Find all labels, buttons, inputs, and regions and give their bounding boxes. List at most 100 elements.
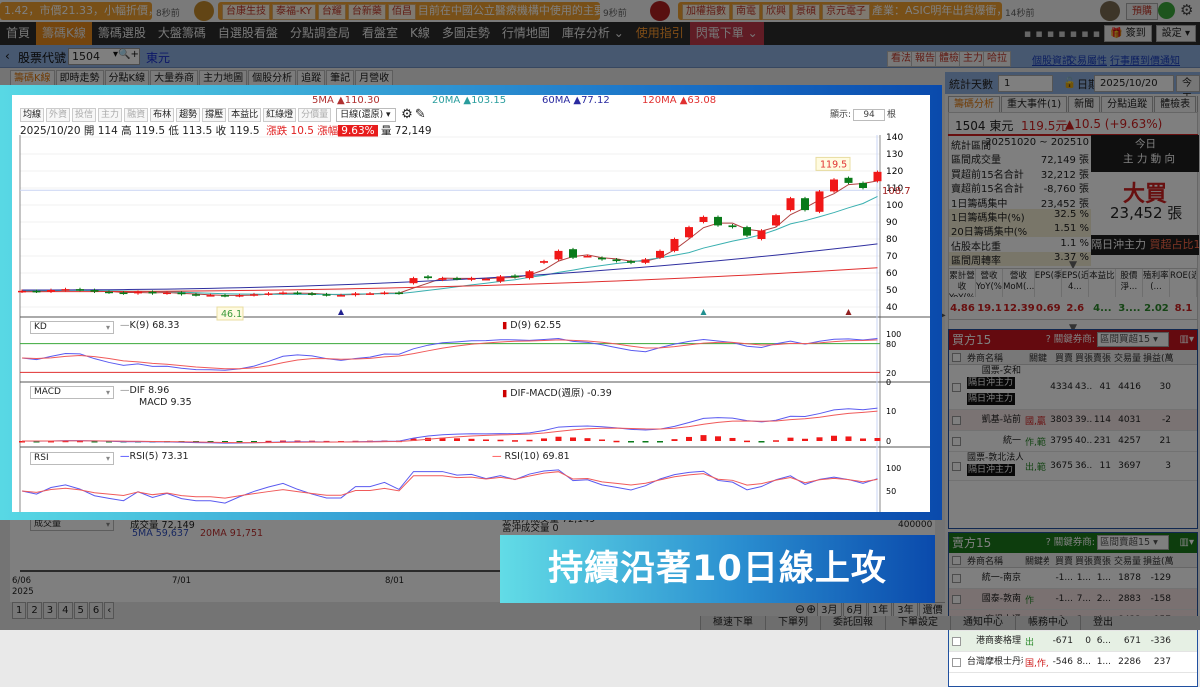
column-header[interactable]: 券商名稱 — [967, 554, 1025, 567]
broker-name[interactable]: 台灣摩根士丹利 — [967, 656, 1025, 668]
checkbox[interactable] — [952, 415, 961, 425]
nav-item[interactable]: K線 — [404, 22, 436, 45]
ticker-item[interactable]: 加權指數南電欣興景碩京元電子產業：ASIC明年出貨爆衝，博通、台積電、日月光與.… — [678, 2, 1002, 20]
checkbox[interactable] — [952, 555, 961, 565]
table-row[interactable]: 統一作,範 379540...231 4257 21 — [949, 431, 1197, 452]
settings-select[interactable]: 設定 ▾ — [1155, 25, 1196, 42]
stock-chip[interactable]: 台新藥 — [347, 4, 386, 20]
nav-item[interactable]: 籌碼K線 — [36, 22, 92, 45]
checkbox[interactable] — [952, 573, 961, 583]
action-button[interactable]: 哈拉 — [983, 51, 1011, 67]
checkbox[interactable] — [952, 657, 961, 667]
back-icon[interactable]: ‹ — [5, 49, 10, 63]
table-row[interactable]: 港商麥格理出 -671 0 6... 671 -336 — [949, 631, 1197, 652]
today-button[interactable]: 今天 — [1176, 75, 1200, 104]
column-header[interactable]: 損益(萬) — [1143, 351, 1173, 364]
nav-item[interactable]: 籌碼選股 — [92, 22, 152, 45]
bottom-button[interactable]: 下單列 — [765, 616, 820, 630]
broker-name[interactable]: 凱基-站前 — [967, 414, 1025, 426]
column-header[interactable]: 交易量 — [1113, 351, 1143, 364]
row-checkbox[interactable] — [949, 636, 967, 646]
nav-item[interactable]: 分點調查局 — [284, 22, 356, 45]
info-link[interactable]: 到價通知 — [1140, 52, 1180, 67]
nav-item[interactable]: 使用指引 — [630, 22, 690, 45]
stock-chip[interactable]: 南電 — [732, 4, 760, 20]
chart-icon[interactable]: ▪ — [1070, 27, 1077, 40]
kline-chart[interactable]: 140130120110100908070605040108.7119.546.… — [12, 95, 930, 512]
user-button[interactable]: 預購 — [1126, 3, 1158, 20]
checkbox[interactable] — [952, 636, 961, 646]
checkbox[interactable] — [952, 436, 961, 446]
bottom-button[interactable]: 通知中心 — [950, 616, 1015, 630]
lock-icon[interactable]: 🔓 — [1063, 76, 1076, 89]
nav-item[interactable]: 大盤籌碼 — [152, 22, 212, 45]
checkbox[interactable] — [952, 594, 961, 604]
checkbox[interactable] — [952, 352, 961, 362]
table-row[interactable]: 凱基-站前國,贏 380339...114 4031 -2 — [949, 410, 1197, 431]
stock-chip[interactable]: 加權指數 — [682, 4, 730, 20]
column-header[interactable]: 交易量 — [1113, 554, 1143, 567]
row-checkbox[interactable] — [949, 573, 967, 583]
columns-icon[interactable]: ▥▾ — [1180, 533, 1194, 553]
bottom-button[interactable]: 委託回報 — [820, 616, 885, 630]
ticker-item[interactable]: 台康生技泰福-KY台耀台新藥佰昌目前在中國公立醫療機構中使用的主要生物仿製藥物價… — [218, 2, 600, 20]
broker-name[interactable]: 國票-安和 隔日沖主力隔日沖主力 — [967, 365, 1025, 409]
megaphone-icon[interactable]: ▪ — [1035, 27, 1042, 40]
broker-name[interactable]: 港商麥格理 — [967, 635, 1025, 647]
stock-chip[interactable]: 欣興 — [762, 4, 790, 20]
nav-item[interactable]: 自選股看盤 — [212, 22, 284, 45]
stock-chip[interactable]: 台康生技 — [222, 4, 270, 20]
table-row[interactable]: 國泰-敦南作 -1... 7... 2... 2883 -158 — [949, 589, 1197, 610]
select-all-checkbox[interactable] — [949, 555, 967, 565]
stock-chip[interactable]: 京元電子 — [822, 4, 870, 20]
window-icon[interactable]: ▪ — [1093, 27, 1100, 40]
stat-days-select[interactable]: 1 — [998, 75, 1053, 92]
ticker-item[interactable]: 1.42，市價21.33，小幅折價，流通... — [0, 2, 152, 20]
page-button[interactable]: 1 — [12, 602, 27, 619]
page-prev-button[interactable]: ‹ — [104, 602, 115, 619]
nav-item[interactable]: 庫存分析 ⌄ — [556, 22, 630, 45]
stock-chip[interactable]: 台耀 — [317, 4, 346, 20]
broker-name[interactable]: 國泰-敦南 — [967, 593, 1025, 605]
stock-chip[interactable]: 泰福-KY — [272, 4, 316, 20]
key-broker-select[interactable]: 區間買超15 ▾ — [1097, 332, 1169, 347]
column-header[interactable]: 關鍵 — [1025, 351, 1049, 364]
columns-icon[interactable]: ▥▾ — [1180, 330, 1194, 350]
checkbox[interactable] — [952, 461, 961, 471]
broker-name[interactable]: 國票-敦北法人 隔日沖主力 — [967, 452, 1025, 480]
rsi-indicator-select[interactable]: RSI — [30, 452, 114, 465]
table-row[interactable]: 國票-安和隔日沖主力隔日沖主力433443...41441630 — [949, 365, 1197, 410]
stock-chip[interactable]: 景碩 — [792, 4, 820, 20]
stock-chip[interactable]: 佰昌 — [387, 4, 416, 20]
bottom-button[interactable]: 極速下單 — [700, 616, 765, 630]
user-avatar[interactable] — [1100, 1, 1120, 21]
nav-item[interactable]: 閃電下單 ⌄ — [689, 22, 764, 45]
column-header[interactable]: 買張 — [1075, 554, 1093, 567]
nav-item[interactable]: 首頁 — [0, 22, 36, 45]
search-add-icon[interactable]: ▾🔍+ — [113, 49, 139, 60]
right-tab[interactable]: 法人目標 — [1197, 96, 1198, 113]
info-link[interactable]: 交易屬性 — [1067, 52, 1107, 67]
column-header[interactable]: 買賣 — [1049, 554, 1075, 567]
row-checkbox[interactable] — [949, 382, 967, 392]
bottom-button[interactable]: 登出 — [1080, 616, 1125, 630]
checkin-button[interactable]: 🎁 簽到 — [1104, 25, 1152, 42]
date-input[interactable]: 2025/10/20 — [1094, 75, 1174, 92]
qr-icon[interactable]: ▪ — [1081, 27, 1088, 40]
row-checkbox[interactable] — [949, 657, 967, 667]
row-checkbox[interactable] — [949, 461, 967, 471]
table-row[interactable]: 台灣摩根士丹利国,作,贏-5468... 1... 2286 237 — [949, 652, 1197, 673]
table-row[interactable]: 統一-南京 -1... 1... 1... 1878 -129 — [949, 568, 1197, 589]
column-header[interactable]: 損益(萬) — [1143, 554, 1173, 567]
right-tab[interactable]: 籌碼分析 — [948, 96, 1000, 113]
right-tab[interactable]: 新聞 — [1068, 96, 1101, 113]
phone-icon[interactable]: ▪ — [1024, 27, 1031, 40]
column-header[interactable]: 關鍵券商 — [1025, 554, 1049, 567]
column-header[interactable]: 券商名稱 — [967, 351, 1025, 364]
info-link[interactable]: 個股資訊 — [1032, 52, 1072, 67]
checkbox[interactable] — [952, 382, 961, 392]
gear-icon[interactable]: ⚙ — [1180, 1, 1193, 19]
key-broker-select[interactable]: 區間賣超15 ▾ — [1097, 535, 1169, 550]
broker-name[interactable]: 統一-南京 — [967, 572, 1025, 584]
bottom-button[interactable]: 帳務中心 — [1015, 616, 1080, 630]
